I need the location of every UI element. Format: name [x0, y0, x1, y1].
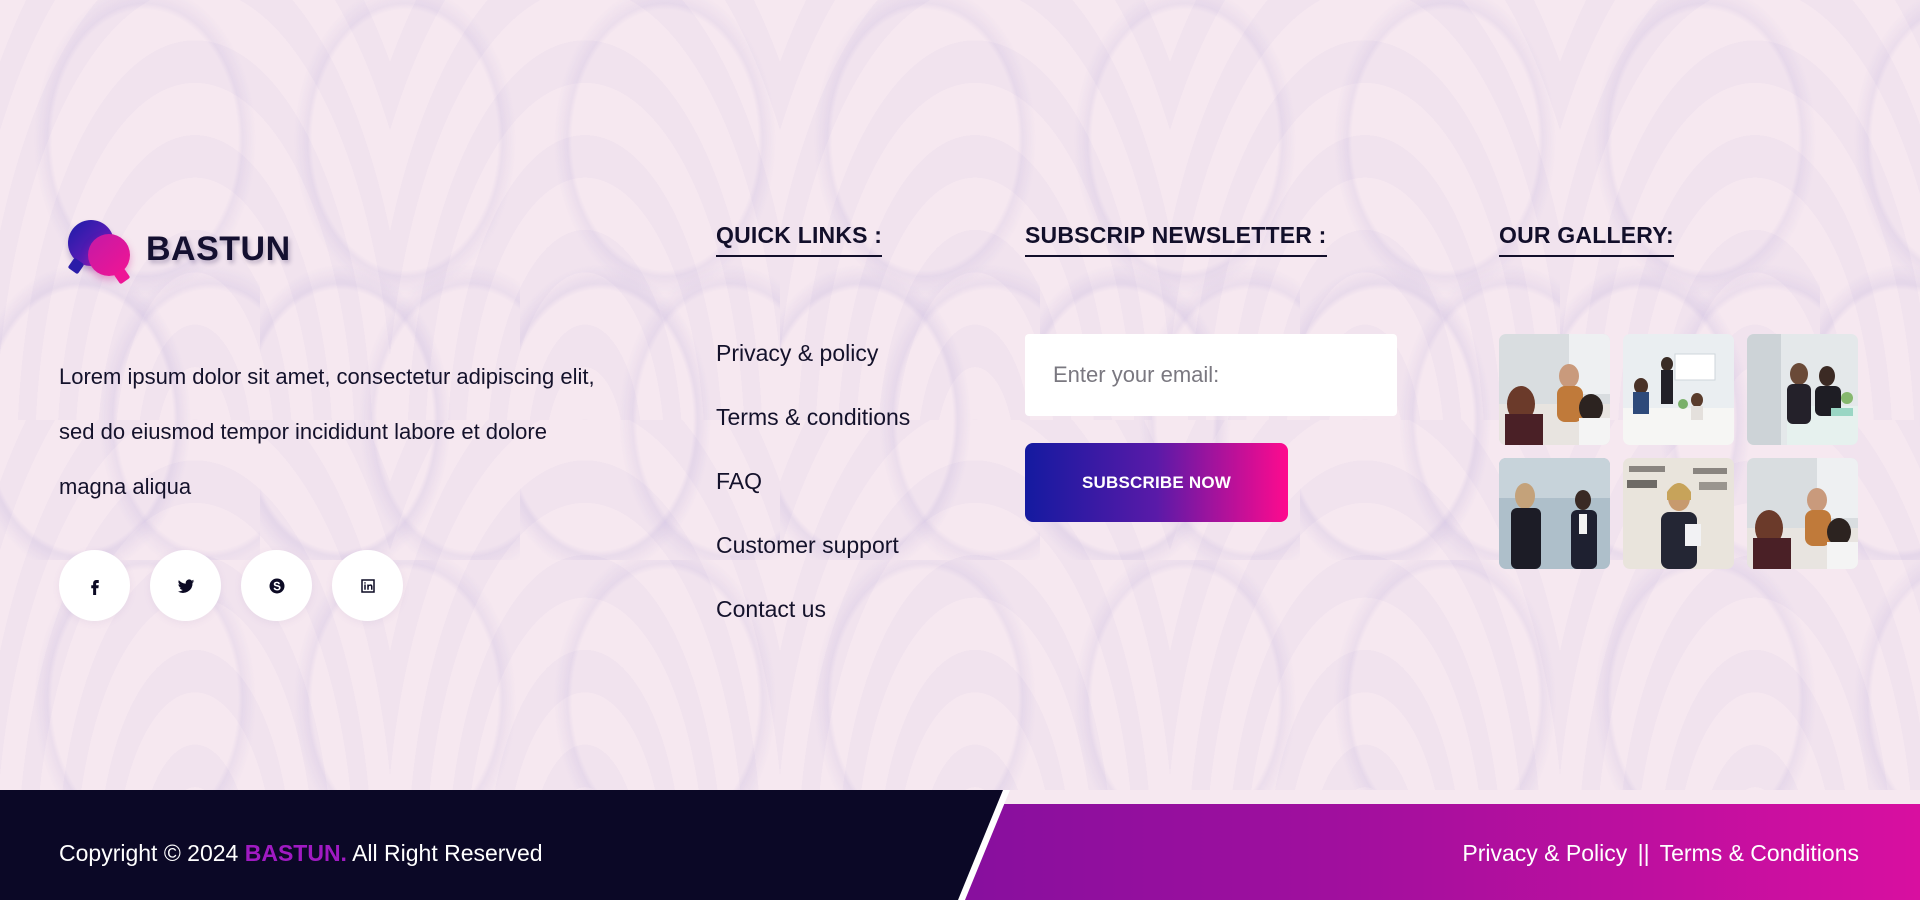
gallery-title: OUR GALLERY: [1499, 222, 1674, 257]
gallery-photo-5[interactable] [1623, 458, 1734, 569]
email-input[interactable] [1025, 334, 1397, 416]
quick-link-customer-support[interactable]: Customer support [716, 532, 910, 596]
gallery-photo-4[interactable] [1499, 458, 1610, 569]
gallery-photo-3[interactable] [1747, 334, 1858, 445]
terms-conditions-link[interactable]: Terms & Conditions [1660, 840, 1859, 866]
quick-link-faq[interactable]: FAQ [716, 468, 910, 532]
linkedin-icon [360, 578, 375, 593]
linkedin-button[interactable] [332, 550, 403, 621]
gallery-photo-6[interactable] [1747, 458, 1858, 569]
quick-links-title: QUICK LINKS : [716, 222, 883, 257]
legal-links: Privacy & Policy || Terms & Conditions [1462, 840, 1859, 867]
brand-logo[interactable]: BASTUN [64, 214, 291, 284]
privacy-policy-link[interactable]: Privacy & Policy [1462, 840, 1627, 866]
social-links [59, 550, 403, 621]
quick-link-terms[interactable]: Terms & conditions [716, 404, 910, 468]
subscribe-button[interactable]: SUBSCRIBE NOW [1025, 443, 1288, 522]
copyright-prefix: Copyright © 2024 [59, 840, 239, 866]
twitter-icon [177, 578, 194, 593]
copyright-suffix: All Right Reserved [352, 840, 543, 866]
facebook-icon [90, 579, 99, 595]
gallery-grid [1499, 334, 1858, 569]
quick-link-privacy[interactable]: Privacy & policy [716, 340, 910, 404]
newsletter-title: SUBSCRIP NEWSLETTER : [1025, 222, 1327, 257]
chat-bubbles-icon [64, 216, 134, 282]
twitter-button[interactable] [150, 550, 221, 621]
quick-links-list: Privacy & policy Terms & conditions FAQ … [716, 340, 910, 660]
gallery-photo-1[interactable] [1499, 334, 1610, 445]
footer-bar: Copyright © 2024 BASTUN. All Right Reser… [0, 790, 1920, 900]
about-text: Lorem ipsum dolor sit amet, consectetur … [59, 364, 595, 499]
quick-link-contact[interactable]: Contact us [716, 596, 910, 660]
copyright-text: Copyright © 2024 BASTUN. All Right Reser… [59, 840, 543, 867]
facebook-button[interactable] [59, 550, 130, 621]
skype-icon [269, 578, 284, 593]
copyright-brand: BASTUN. [244, 840, 347, 866]
legal-separator: || [1637, 840, 1650, 866]
gallery-photo-2[interactable] [1623, 334, 1734, 445]
brand-name: BASTUN [146, 229, 291, 268]
skype-button[interactable] [241, 550, 312, 621]
